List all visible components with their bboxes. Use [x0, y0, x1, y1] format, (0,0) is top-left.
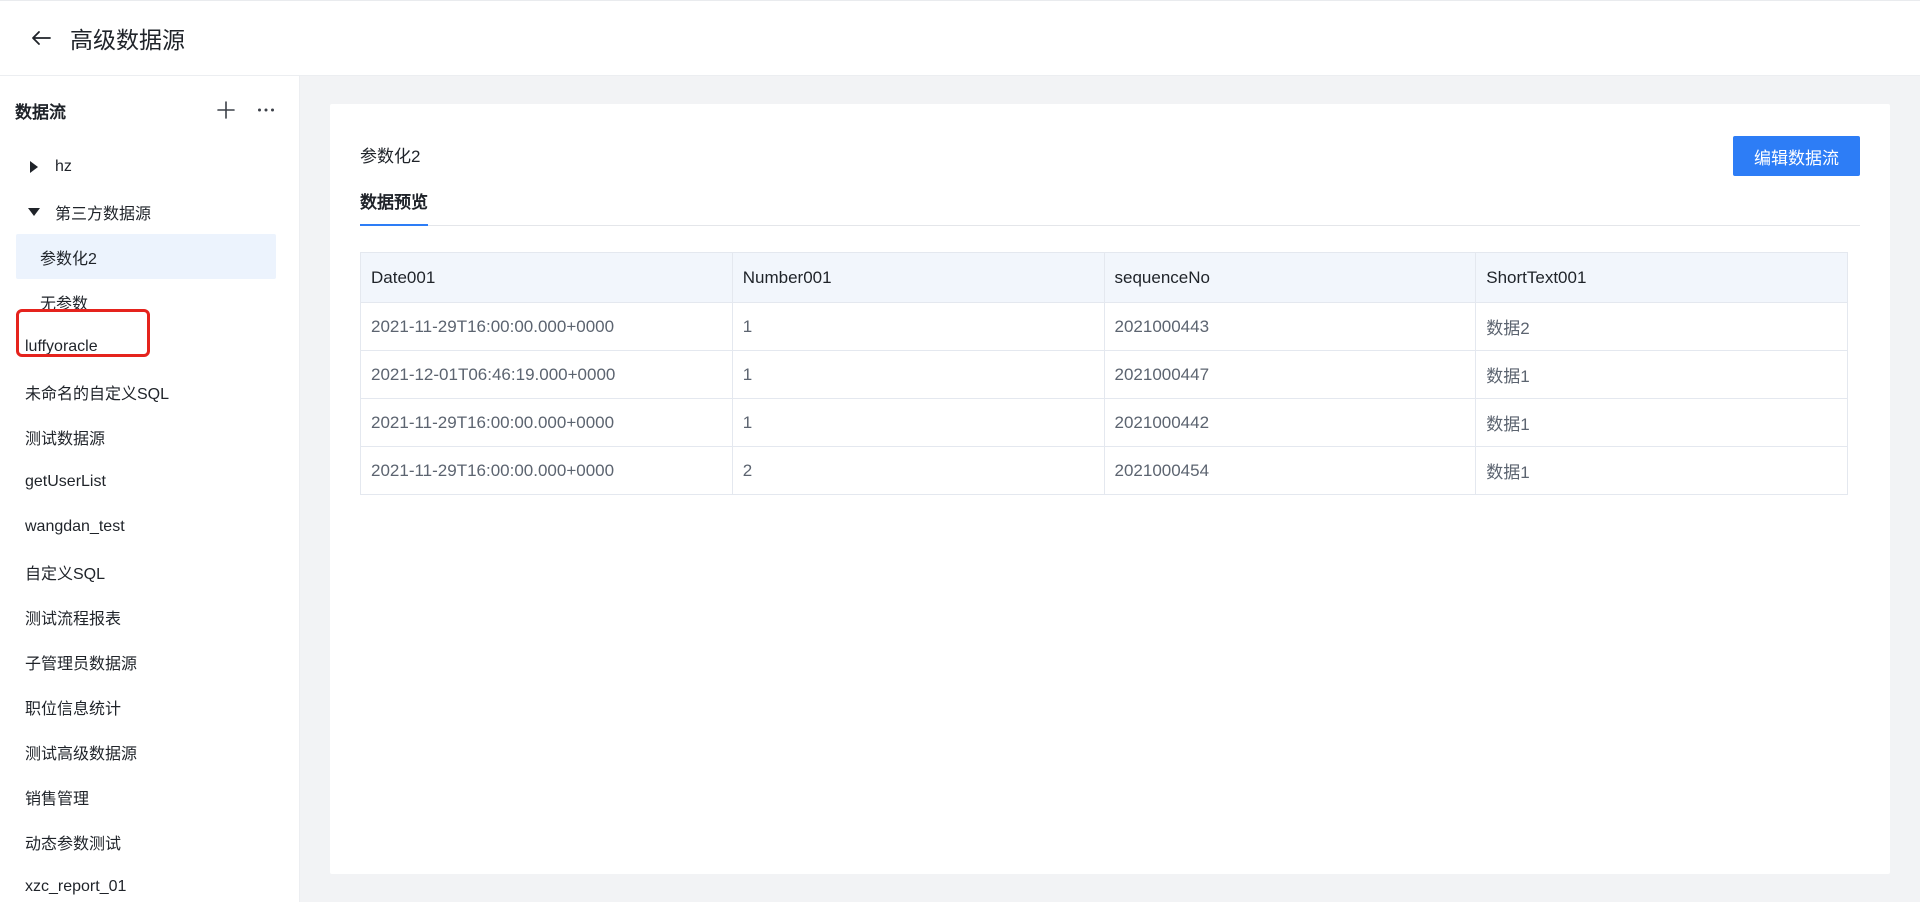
- sidebar-title: 数据流: [15, 102, 66, 122]
- tree-item-label: 测试数据源: [25, 430, 106, 448]
- tree-item[interactable]: getUserList: [0, 459, 299, 504]
- table-cell: 2021000447: [1103, 350, 1477, 399]
- tree-item-label: 自定义SQL: [25, 565, 106, 583]
- tree-item-label: 动态参数测试: [25, 835, 122, 853]
- edit-dataflow-button[interactable]: 编辑数据流: [1733, 136, 1860, 176]
- table-cell: 2021000443: [1103, 302, 1477, 351]
- table-cell: 数据1: [1475, 398, 1848, 447]
- tree-item-label: 子管理员数据源: [25, 655, 138, 673]
- tree-item[interactable]: 动态参数测试: [0, 819, 299, 864]
- tree-item[interactable]: 测试高级数据源: [0, 729, 299, 774]
- dataflow-tree: hz 第三方数据源 参数化2 无参数 luffyoracle 未命名的自定义SQ…: [0, 144, 299, 902]
- tree-item-no-param[interactable]: 无参数: [0, 279, 299, 324]
- sidebar: 数据流 hz 第三方数据源 参数化2 无参数 luffyoracle 未命名的自…: [0, 76, 300, 902]
- tree-item[interactable]: 职位信息统计: [0, 684, 299, 729]
- tree-item-label: 销售管理: [25, 790, 90, 808]
- tree-folder-label: hz: [55, 157, 72, 175]
- tree-item[interactable]: 测试流程报表: [0, 594, 299, 639]
- tree-item[interactable]: 子管理员数据源: [0, 639, 299, 684]
- table-cell: 2021-11-29T16:00:00.000+0000: [360, 446, 733, 495]
- tree-item[interactable]: 未命名的自定义SQL: [0, 369, 299, 414]
- table-cell: 2021-11-29T16:00:00.000+0000: [360, 398, 733, 447]
- table-cell: 1: [731, 398, 1105, 447]
- tree-item[interactable]: luffyoracle: [0, 324, 299, 369]
- content-card: 参数化2 编辑数据流 数据预览 Date001 Number001 sequen…: [330, 104, 1890, 874]
- table-cell: 1: [731, 350, 1105, 399]
- column-header: Number001: [731, 252, 1105, 303]
- table-header-row: Date001 Number001 sequenceNo ShortText00…: [360, 252, 1848, 303]
- column-header: ShortText001: [1475, 252, 1848, 303]
- back-arrow-icon[interactable]: [28, 25, 54, 51]
- tree-item-label: 测试流程报表: [25, 610, 122, 628]
- tree-folder-third-party[interactable]: 第三方数据源: [0, 189, 299, 234]
- tree-folder-label: 第三方数据源: [55, 205, 152, 223]
- table-cell: 数据2: [1475, 302, 1848, 351]
- tree-item-label: luffyoracle: [25, 337, 98, 355]
- caret-right-icon: [27, 160, 41, 174]
- table-cell: 数据1: [1475, 350, 1848, 399]
- tree-item[interactable]: 自定义SQL: [0, 549, 299, 594]
- table-cell: 2021-12-01T06:46:19.000+0000: [360, 350, 733, 399]
- sidebar-header: 数据流: [0, 76, 299, 144]
- tree-item-label: xzc_report_01: [25, 877, 127, 895]
- main-area: 参数化2 编辑数据流 数据预览 Date001 Number001 sequen…: [300, 76, 1920, 902]
- tree-item-label: getUserList: [25, 472, 106, 490]
- app-header: 高级数据源: [0, 0, 1920, 76]
- tree-item-label: 测试高级数据源: [25, 745, 138, 763]
- tab-data-preview[interactable]: 数据预览: [360, 188, 428, 226]
- table-row: 2021-11-29T16:00:00.000+0000 1 202100044…: [360, 302, 1848, 351]
- tree-item-label: wangdan_test: [25, 517, 125, 535]
- table-row: 2021-11-29T16:00:00.000+0000 1 202100044…: [360, 398, 1848, 447]
- tree-item-label: 参数化2: [40, 250, 97, 268]
- table-cell: 1: [731, 302, 1105, 351]
- tree-item[interactable]: 测试数据源: [0, 414, 299, 459]
- tree-item[interactable]: xzc_report_01: [0, 864, 299, 902]
- table-row: 2021-11-29T16:00:00.000+0000 2 202100045…: [360, 446, 1848, 495]
- tree-folder-hz[interactable]: hz: [0, 144, 299, 189]
- column-header: Date001: [360, 252, 733, 303]
- tree-item-label: 职位信息统计: [25, 700, 122, 718]
- tree-item-label: 无参数: [40, 295, 89, 313]
- tree-item-label: 未命名的自定义SQL: [25, 385, 170, 403]
- tree-item[interactable]: wangdan_test: [0, 504, 299, 549]
- table-cell: 数据1: [1475, 446, 1848, 495]
- preview-table: Date001 Number001 sequenceNo ShortText00…: [360, 252, 1848, 495]
- tree-item[interactable]: 销售管理: [0, 774, 299, 819]
- table-cell: 2021-11-29T16:00:00.000+0000: [360, 302, 733, 351]
- caret-down-icon: [27, 205, 41, 219]
- tab-bar: 数据预览: [360, 188, 1860, 226]
- tree-item-param2[interactable]: 参数化2: [16, 234, 276, 279]
- more-icon[interactable]: [253, 97, 279, 123]
- table-cell: 2: [731, 446, 1105, 495]
- page-title: 高级数据源: [70, 27, 185, 53]
- table-row: 2021-12-01T06:46:19.000+0000 1 202100044…: [360, 350, 1848, 399]
- dataflow-title: 参数化2: [360, 147, 421, 166]
- add-icon[interactable]: [213, 97, 239, 123]
- table-cell: 2021000442: [1103, 398, 1477, 447]
- column-header: sequenceNo: [1103, 252, 1477, 303]
- table-cell: 2021000454: [1103, 446, 1477, 495]
